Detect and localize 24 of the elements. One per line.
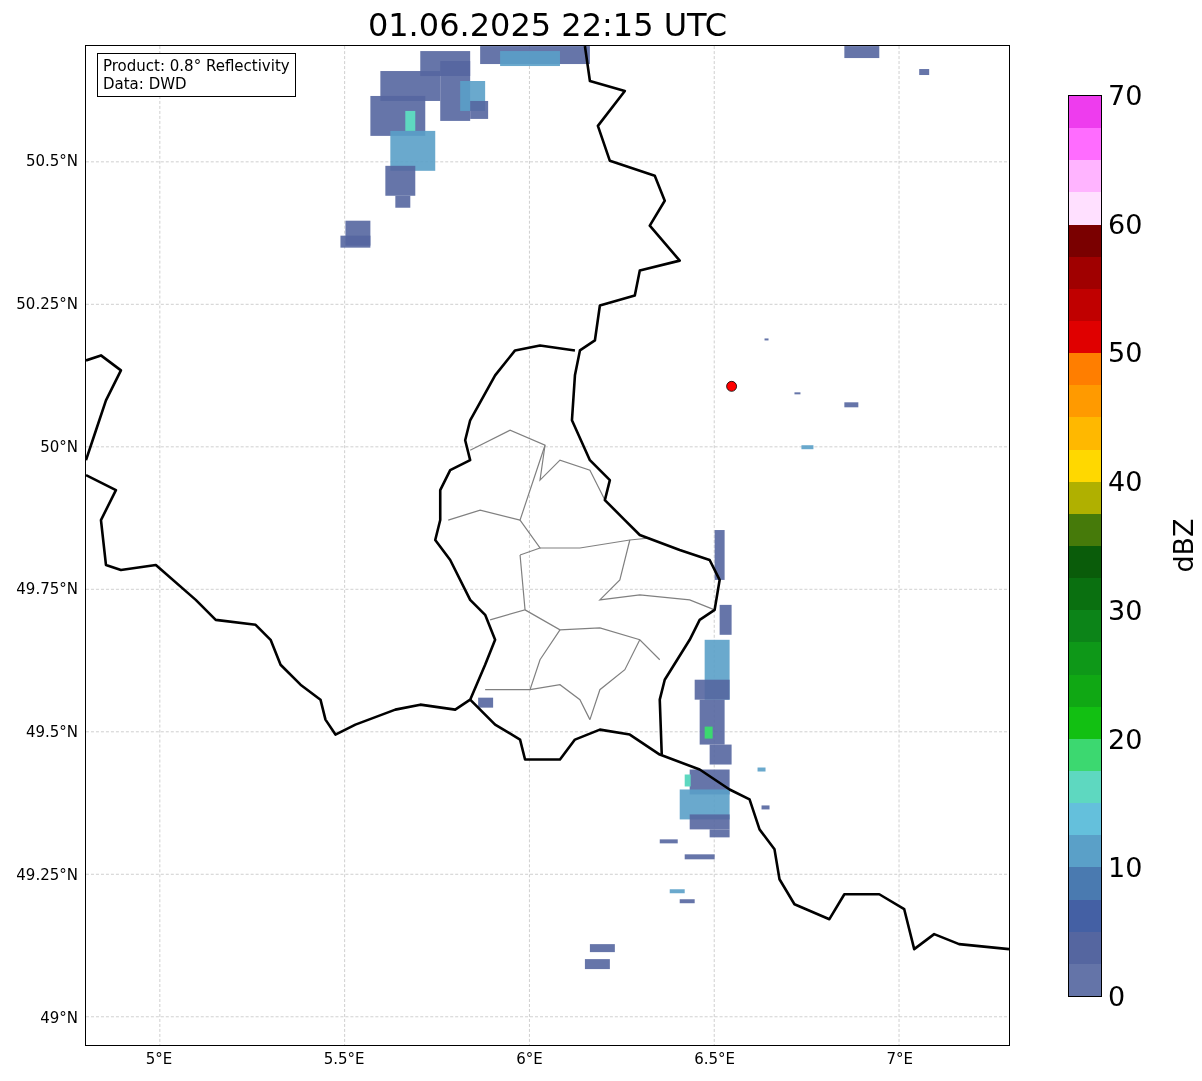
axis-tick-label: 50.5°N [25,152,78,170]
colorbar-tick-label: 0 [1108,982,1126,1010]
colorbar-tick-label: 30 [1108,596,1143,624]
colorbar-tick-label: 60 [1108,210,1143,238]
chart-title: 01.06.2025 22:15 UTC [366,5,729,45]
axis-tick-label: 7°E [886,1050,914,1068]
colorbar-label: dBZ [1167,518,1199,573]
colorbar-tick-label: 50 [1108,338,1143,366]
axis-tick-label: 50°N [40,437,78,456]
axis-tick-label: 49°N [40,1008,78,1027]
colorbar-tick-label: 70 [1108,81,1143,109]
axis-tick-label: 5°E [145,1050,173,1068]
axis-tick-label: 49.25°N [16,866,78,884]
axis-tick-label: 49.5°N [25,723,78,742]
axis-tick-label: 5.5°E [323,1050,365,1068]
axis-tick-label: 6°E [516,1050,543,1068]
info-text: Data: DWD [103,75,188,93]
colorbar-tick-label: 40 [1108,467,1143,495]
axis-tick-label: 49.75°N [16,580,78,599]
colorbar-tick-label: 20 [1108,725,1143,752]
axis-tick-label: 50.25°N [16,294,78,313]
axis-tick-label: 6.5°E [694,1050,735,1068]
colorbar-tick-label: 10 [1108,853,1143,881]
info-text: Product: 0.8° Reflectivity [103,57,290,75]
